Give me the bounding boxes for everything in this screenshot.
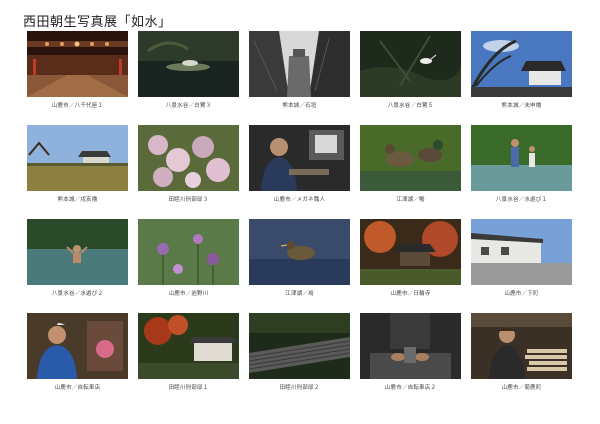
photo-caption: 江津湖／鴨 <box>396 197 425 203</box>
photo-child-swimming[interactable] <box>27 219 128 285</box>
photo-caption: 山鹿市／八千代座１ <box>51 103 104 109</box>
photo-card[interactable]: 田睦川刑部邸３ <box>138 125 239 219</box>
photo-bicycle-shopkeeper[interactable] <box>27 313 128 379</box>
photo-caption: 山鹿市／メガネ職人 <box>273 197 326 203</box>
photo-riverside-flowers[interactable] <box>138 219 239 285</box>
photo-caption: 山鹿市／下町 <box>504 291 539 297</box>
photo-caption: 八景水谷／水遊び２ <box>51 291 104 297</box>
photo-castle-field[interactable] <box>27 125 128 191</box>
photo-caption: 山鹿市／菊鹿町 <box>501 385 542 391</box>
photo-card[interactable]: 八景水谷／水遊び１ <box>471 125 572 219</box>
photo-card[interactable]: 熊本城／戌亥櫓 <box>27 125 128 219</box>
photo-caption: 熊本城／戌亥櫓 <box>57 197 98 203</box>
photo-castle-stone-wall[interactable] <box>249 31 350 97</box>
photo-caption: 田睦川刑部邸３ <box>168 197 209 203</box>
photo-caption: 山鹿市／自転車店 <box>54 385 101 391</box>
photo-card[interactable]: 八景水谷／白鷺３ <box>138 31 239 125</box>
photo-caption: 熊本城／未申櫓 <box>501 103 542 109</box>
photo-card[interactable]: 山鹿市／自転車店２ <box>360 313 461 407</box>
photo-card[interactable]: 山鹿市／岩野川 <box>138 219 239 313</box>
photo-card[interactable]: 山鹿市／菊鹿町 <box>471 313 572 407</box>
photo-caption: 山鹿市／自転車店２ <box>384 385 437 391</box>
page-title: 西田朝生写真展「如水」 <box>23 15 172 30</box>
photo-ducks[interactable] <box>360 125 461 191</box>
photo-castle-turret[interactable] <box>471 31 572 97</box>
photo-card[interactable]: 熊本城／未申櫓 <box>471 31 572 125</box>
photo-card[interactable]: 江津湖／鴨 <box>360 125 461 219</box>
photo-caption: 山鹿市／岩野川 <box>168 291 209 297</box>
photo-card[interactable]: 山鹿市／日輪寺 <box>360 219 461 313</box>
photo-caption: 熊本城／石垣 <box>282 103 317 109</box>
photo-card[interactable]: 山鹿市／メガネ職人 <box>249 125 350 219</box>
photo-heron-bush[interactable] <box>360 31 461 97</box>
photo-flowers[interactable] <box>138 125 239 191</box>
photo-old-street[interactable] <box>471 219 572 285</box>
photo-caption: 田睦川刑部邸１ <box>168 385 209 391</box>
photo-children-water[interactable] <box>471 125 572 191</box>
photo-caption: 八景水谷／水遊び１ <box>495 197 548 203</box>
photo-card[interactable]: 八景水谷／水遊び２ <box>27 219 128 313</box>
photo-caption: 山鹿市／日輪寺 <box>390 291 431 297</box>
photo-card[interactable]: 熊本城／石垣 <box>249 31 350 125</box>
photo-card[interactable]: 山鹿市／八千代座１ <box>27 31 128 125</box>
photo-tiled-roof[interactable] <box>249 313 350 379</box>
photo-theater-interior[interactable] <box>27 31 128 97</box>
photo-heron-pond[interactable] <box>138 31 239 97</box>
photo-caption: 八景水谷／白鷺５ <box>387 103 434 109</box>
photo-card[interactable]: 山鹿市／自転車店 <box>27 313 128 407</box>
photo-grid: 山鹿市／八千代座１ 八景水谷／白鷺３ 熊本城／石垣 八景水谷／白鷺５ 熊本城／未… <box>27 31 572 407</box>
photo-caption: 八景水谷／白鷺３ <box>165 103 212 109</box>
photo-woman-firewood[interactable] <box>471 313 572 379</box>
photo-grebe[interactable] <box>249 219 350 285</box>
photo-temple-autumn[interactable] <box>360 219 461 285</box>
photo-card[interactable]: 田睦川刑部邸２ <box>249 313 350 407</box>
photo-card[interactable]: 八景水谷／白鷺５ <box>360 31 461 125</box>
photo-card[interactable]: 江津湖／鳰 <box>249 219 350 313</box>
photo-craftsman[interactable] <box>249 125 350 191</box>
photo-card[interactable]: 山鹿市／下町 <box>471 219 572 313</box>
photo-caption: 田睦川刑部邸２ <box>279 385 320 391</box>
photo-garden-house[interactable] <box>138 313 239 379</box>
photo-card[interactable]: 田睦川刑部邸１ <box>138 313 239 407</box>
photo-caption: 江津湖／鳰 <box>285 291 314 297</box>
photo-workshop-hands[interactable] <box>360 313 461 379</box>
